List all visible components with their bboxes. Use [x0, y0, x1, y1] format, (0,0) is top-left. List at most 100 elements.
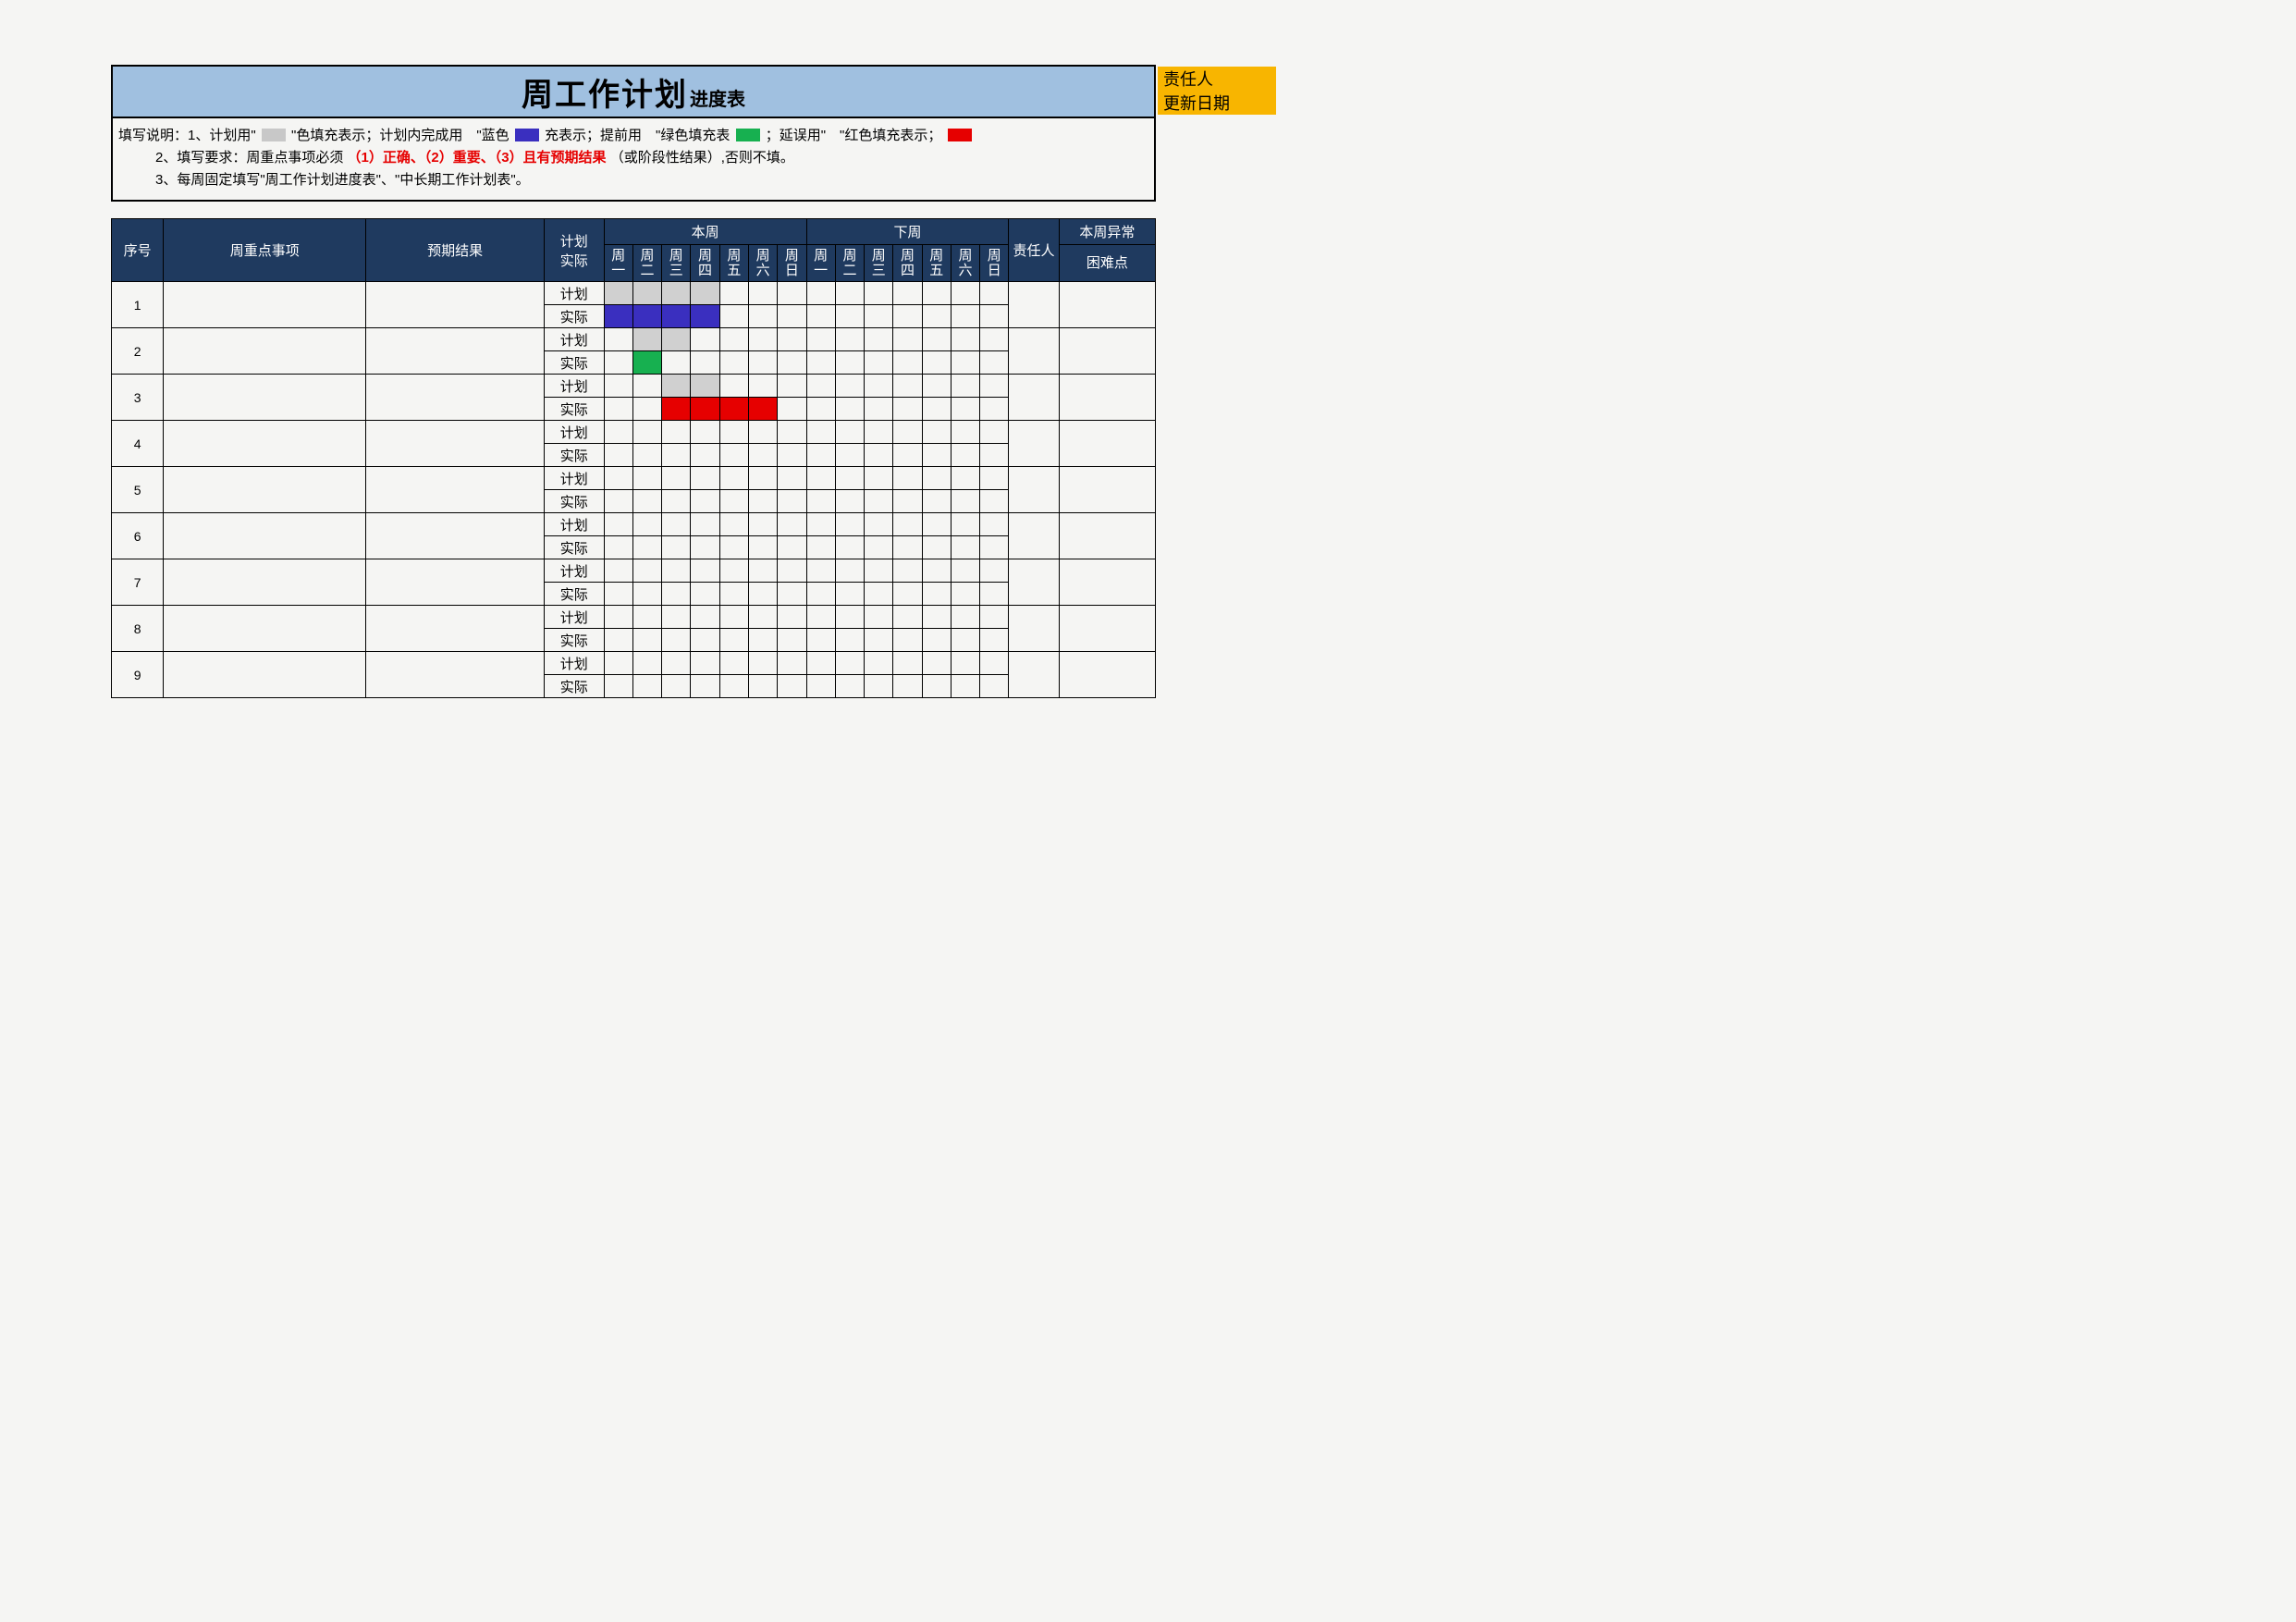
- cell-actual-label: 实际: [545, 536, 605, 559]
- plan-day-9: [835, 421, 864, 444]
- actual-day-12: [922, 398, 951, 421]
- actual-day-11: [893, 675, 922, 698]
- plan-day-8: [806, 559, 835, 583]
- cell-no: 2: [112, 328, 164, 375]
- cell-plan-label: 计划: [545, 559, 605, 583]
- plan-day-1: [604, 606, 632, 629]
- table-row: 8计划: [112, 606, 1156, 629]
- table-row: 3计划: [112, 375, 1156, 398]
- plan-day-11: [893, 652, 922, 675]
- cell-exception: [1059, 282, 1155, 328]
- cell-exception: [1059, 652, 1155, 698]
- actual-day-6: [748, 398, 777, 421]
- plan-day-11: [893, 606, 922, 629]
- plan-day-10: [865, 606, 893, 629]
- plan-day-6: [748, 467, 777, 490]
- actual-day-2: [632, 536, 661, 559]
- col-this-week: 本周: [604, 219, 806, 245]
- plan-day-14: [980, 375, 1009, 398]
- actual-day-8: [806, 444, 835, 467]
- actual-day-14: [980, 351, 1009, 375]
- plan-day-4: [691, 421, 719, 444]
- cell-actual-label: 实际: [545, 490, 605, 513]
- actual-day-4: [691, 675, 719, 698]
- actual-day-10: [865, 444, 893, 467]
- plan-day-13: [951, 652, 979, 675]
- this-week-day-7: 周 日: [778, 245, 806, 282]
- title-main: 周工作计划: [522, 69, 688, 115]
- cell-expect: [366, 375, 545, 421]
- actual-day-14: [980, 629, 1009, 652]
- plan-day-2: [632, 375, 661, 398]
- plan-day-2: [632, 559, 661, 583]
- plan-day-14: [980, 652, 1009, 675]
- actual-day-11: [893, 629, 922, 652]
- cell-owner: [1009, 375, 1059, 421]
- plan-day-7: [778, 282, 806, 305]
- actual-day-9: [835, 629, 864, 652]
- actual-day-6: [748, 351, 777, 375]
- cell-no: 9: [112, 652, 164, 698]
- actual-day-3: [662, 675, 691, 698]
- actual-day-9: [835, 536, 864, 559]
- actual-day-2: [632, 490, 661, 513]
- plan-day-14: [980, 328, 1009, 351]
- actual-day-12: [922, 536, 951, 559]
- plan-day-1: [604, 467, 632, 490]
- plan-day-14: [980, 513, 1009, 536]
- actual-day-4: [691, 398, 719, 421]
- cell-exception: [1059, 513, 1155, 559]
- plan-day-11: [893, 421, 922, 444]
- next-week-day-3: 周 三: [865, 245, 893, 282]
- side-tags: 责任人 更新日期: [1158, 67, 1276, 115]
- actual-day-7: [778, 398, 806, 421]
- plan-day-2: [632, 606, 661, 629]
- plan-day-2: [632, 421, 661, 444]
- actual-day-2: [632, 398, 661, 421]
- table-row: 4计划: [112, 421, 1156, 444]
- col-item: 周重点事项: [164, 219, 366, 282]
- plan-day-3: [662, 282, 691, 305]
- table-header: 序号 周重点事项 预期结果 计划 实际 本周 下周 责任人 本周异常 周 一周 …: [112, 219, 1156, 282]
- plan-day-3: [662, 559, 691, 583]
- plan-day-5: [719, 328, 748, 351]
- plan-day-12: [922, 606, 951, 629]
- cell-owner: [1009, 467, 1059, 513]
- actual-day-10: [865, 305, 893, 328]
- actual-day-4: [691, 351, 719, 375]
- plan-day-13: [951, 421, 979, 444]
- cell-item: [164, 559, 366, 606]
- instruction-line-2: 2、填写要求：周重点事项必须 （1）正确、（2）重要、（3）且有预期结果 （或阶…: [118, 148, 1148, 168]
- plan-day-6: [748, 513, 777, 536]
- plan-day-5: [719, 282, 748, 305]
- actual-day-7: [778, 675, 806, 698]
- actual-day-13: [951, 398, 979, 421]
- actual-day-7: [778, 444, 806, 467]
- plan-day-7: [778, 606, 806, 629]
- actual-day-1: [604, 583, 632, 606]
- this-week-day-4: 周 四: [691, 245, 719, 282]
- actual-day-11: [893, 490, 922, 513]
- actual-day-13: [951, 490, 979, 513]
- actual-day-12: [922, 629, 951, 652]
- plan-day-12: [922, 282, 951, 305]
- actual-day-14: [980, 305, 1009, 328]
- actual-day-5: [719, 490, 748, 513]
- plan-day-9: [835, 467, 864, 490]
- actual-day-14: [980, 444, 1009, 467]
- actual-day-7: [778, 305, 806, 328]
- col-difficulty: 困难点: [1059, 245, 1155, 282]
- cell-actual-label: 实际: [545, 444, 605, 467]
- actual-day-13: [951, 536, 979, 559]
- plan-day-13: [951, 559, 979, 583]
- plan-day-4: [691, 328, 719, 351]
- plan-day-3: [662, 513, 691, 536]
- cell-item: [164, 513, 366, 559]
- actual-day-5: [719, 351, 748, 375]
- table-row: 1计划: [112, 282, 1156, 305]
- plan-day-3: [662, 421, 691, 444]
- cell-no: 8: [112, 606, 164, 652]
- plan-day-6: [748, 328, 777, 351]
- plan-day-1: [604, 328, 632, 351]
- cell-owner: [1009, 652, 1059, 698]
